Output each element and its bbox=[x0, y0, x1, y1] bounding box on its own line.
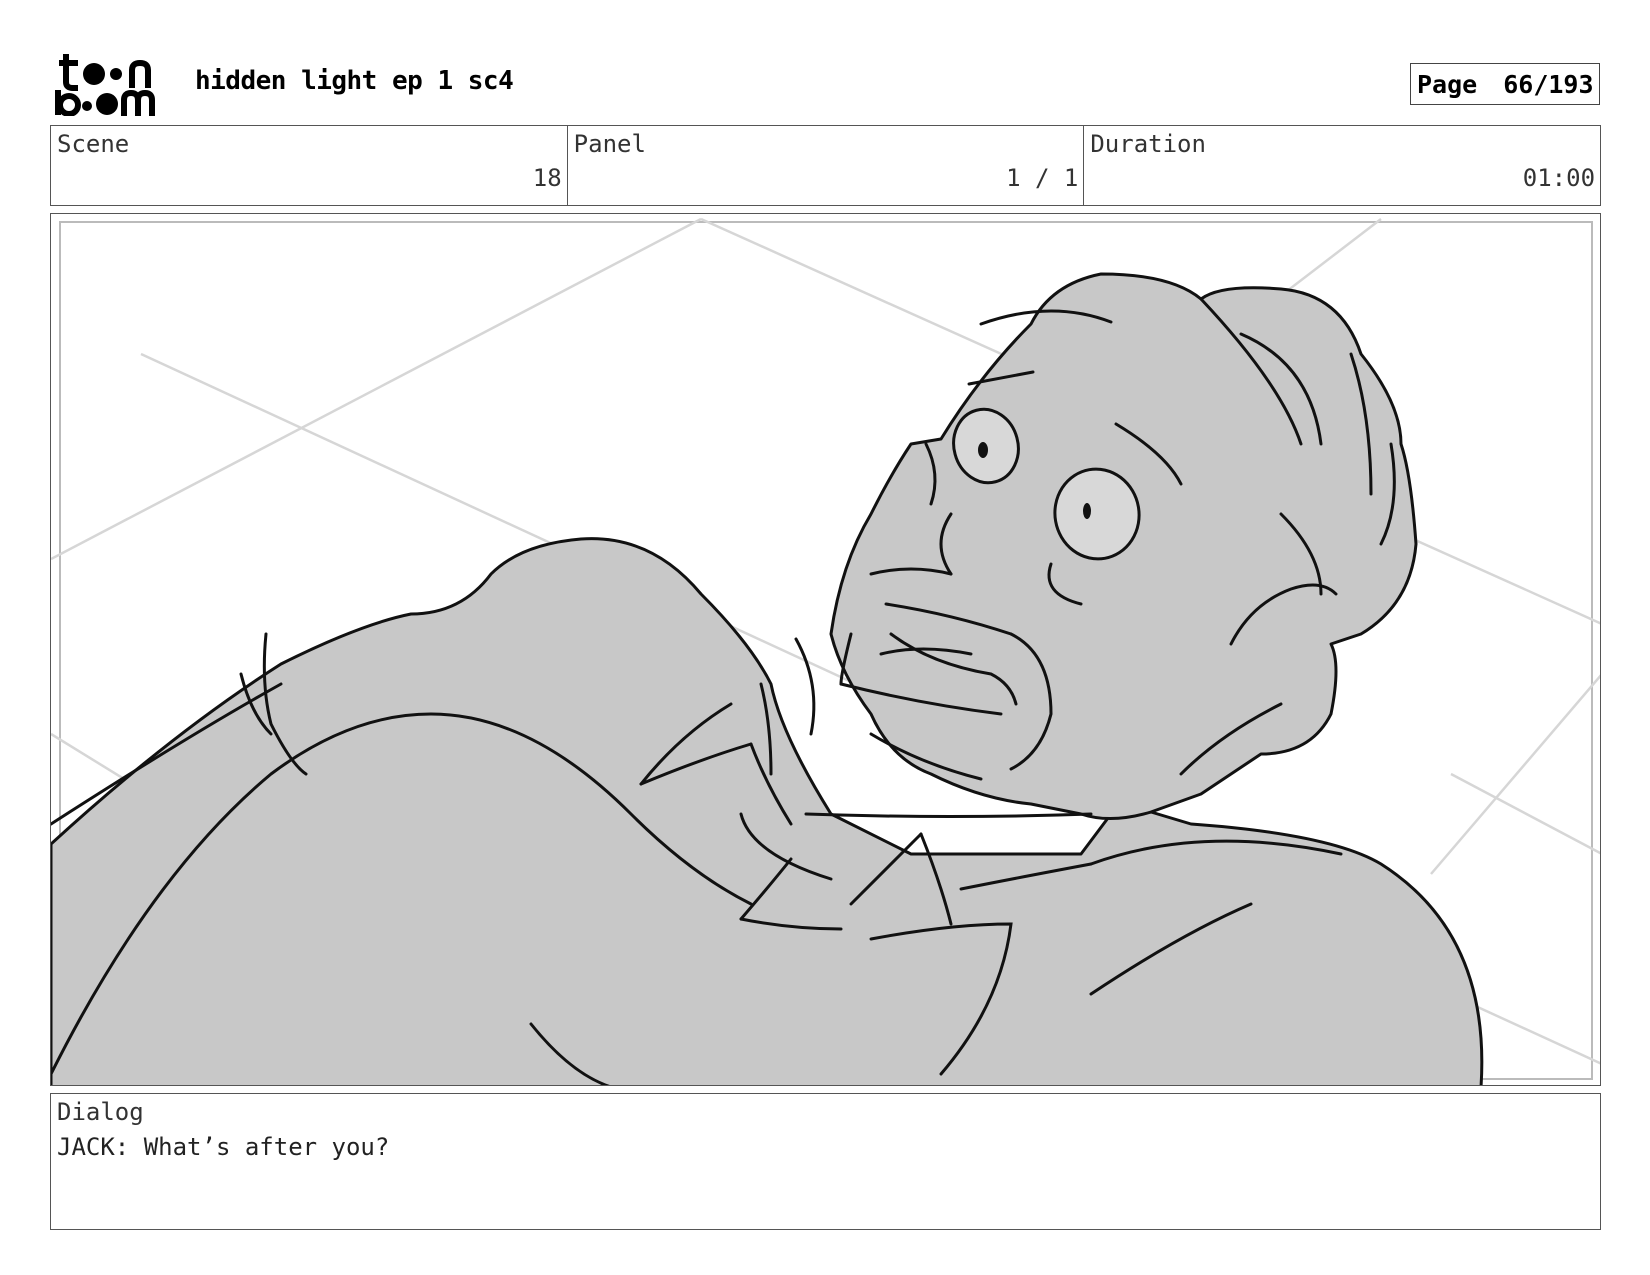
panel-label: Panel bbox=[573, 130, 646, 158]
storyboard-panel bbox=[50, 213, 1601, 1086]
toonboom-logo bbox=[55, 54, 155, 116]
panel-value: 1 / 1 bbox=[1006, 164, 1079, 192]
storyboard-sketch-image bbox=[51, 217, 1600, 1085]
document-title: hidden light ep 1 sc4 bbox=[195, 66, 514, 96]
dialog-text: JACK: What’s after you? bbox=[57, 1133, 390, 1161]
panel-cell: Panel 1 / 1 bbox=[568, 126, 1085, 205]
scene-cell: Scene 18 bbox=[51, 126, 568, 205]
page-indicator: Page 66/193 bbox=[1410, 63, 1600, 105]
dialog-box: Dialog JACK: What’s after you? bbox=[50, 1093, 1601, 1230]
scene-value: 18 bbox=[532, 164, 562, 192]
page-value: 66/193 bbox=[1503, 69, 1594, 99]
dialog-label: Dialog bbox=[57, 1098, 144, 1126]
scene-label: Scene bbox=[57, 130, 130, 158]
page-label: Page bbox=[1417, 69, 1478, 99]
duration-label: Duration bbox=[1090, 130, 1206, 158]
duration-value: 01:00 bbox=[1522, 164, 1596, 192]
duration-cell: Duration 01:00 bbox=[1084, 126, 1600, 205]
scene-info-row: Scene 18 Panel 1 / 1 Duration 01:00 bbox=[50, 125, 1601, 206]
